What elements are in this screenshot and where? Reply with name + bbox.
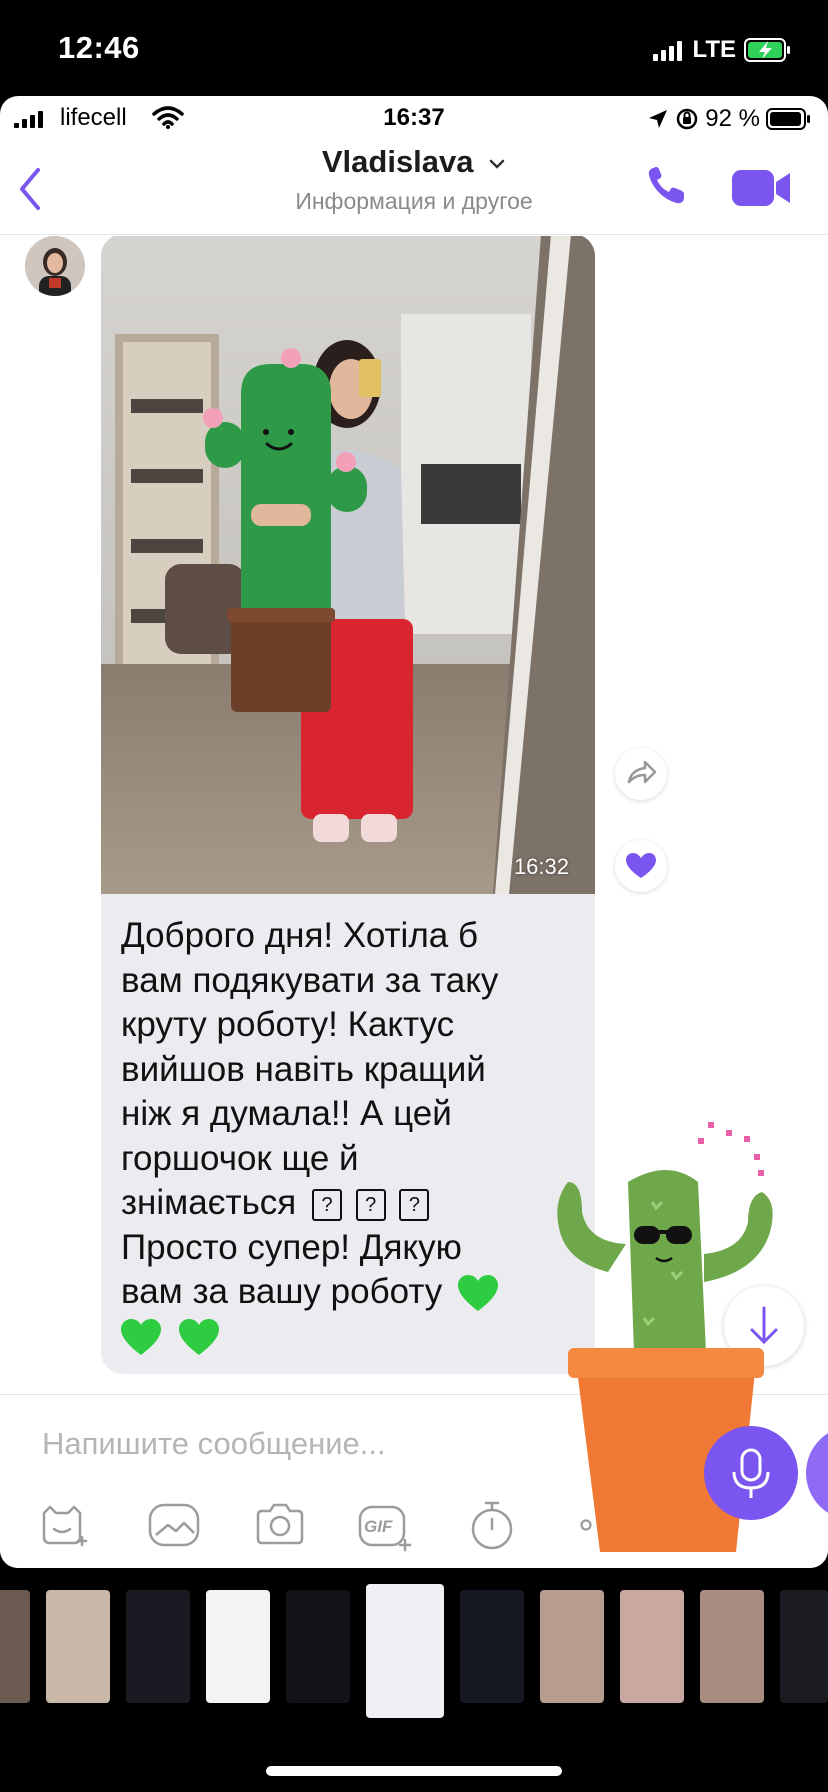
message-text: Доброго дня! Хотіла б вам подякувати за … — [121, 914, 591, 1359]
gif-button[interactable]: GIF — [356, 1497, 412, 1553]
message-line: вийшов навіть кращий — [121, 1049, 486, 1089]
share-button[interactable] — [615, 748, 667, 800]
camera-icon[interactable] — [252, 1497, 308, 1553]
contact-name: Vladislava — [321, 144, 474, 179]
share-arrow-icon — [627, 760, 657, 784]
photo-timestamp: 16:32 — [513, 854, 569, 879]
filmstrip-thumb[interactable] — [780, 1590, 828, 1703]
battery-icon — [766, 108, 810, 130]
sticker-icon[interactable] — [34, 1497, 90, 1553]
message-line: Просто супер! Дякую — [121, 1227, 462, 1267]
message-photo[interactable]: 16:32 — [101, 236, 595, 894]
screenshot-card: lifecell 16:37 92 % Vladislava Информаци… — [0, 96, 828, 1568]
gif-label: GIF — [364, 1517, 393, 1536]
message-line-text: вам за вашу роботу — [121, 1272, 443, 1311]
filmstrip-thumb[interactable] — [286, 1590, 350, 1703]
filmstrip-thumb[interactable] — [540, 1590, 604, 1703]
home-indicator[interactable] — [266, 1766, 562, 1776]
battery-charging-icon — [744, 38, 790, 62]
inner-status-icons: 92 % — [647, 105, 812, 133]
microphone-button[interactable] — [704, 1426, 798, 1520]
missing-glyph-icon: ? — [312, 1188, 342, 1221]
outer-time: 12:46 — [58, 30, 140, 65]
heart-icon — [626, 853, 656, 878]
phone-icon[interactable] — [642, 162, 690, 210]
signal-icon — [653, 39, 683, 61]
avatar[interactable] — [25, 236, 85, 296]
filmstrip-thumb[interactable] — [0, 1590, 30, 1703]
message-line: вам за вашу роботу — [121, 1270, 591, 1315]
filmstrip-thumb[interactable] — [620, 1590, 684, 1703]
location-arrow-icon — [649, 110, 668, 128]
contact-subtitle[interactable]: Информация и другое — [0, 188, 828, 215]
filmstrip-thumb[interactable] — [46, 1590, 110, 1703]
message-line: вам подякувати за таку — [121, 960, 499, 1000]
filmstrip-thumb[interactable] — [206, 1590, 270, 1703]
message-input[interactable] — [40, 1413, 604, 1475]
battery-percent: 92 % — [705, 105, 760, 132]
timer-icon[interactable] — [464, 1497, 520, 1553]
filmstrip-thumb-selected[interactable] — [366, 1584, 444, 1718]
missing-glyph-icon: ? — [399, 1188, 430, 1221]
filmstrip-thumb[interactable] — [126, 1590, 190, 1703]
green-heart-icon — [458, 1274, 498, 1311]
chat-header: Vladislava Информация и другое — [0, 144, 828, 235]
message-line-text: знімається — [121, 1183, 297, 1222]
message-line — [121, 1315, 591, 1360]
contact-title[interactable]: Vladislava — [0, 144, 828, 180]
like-button[interactable] — [615, 840, 667, 892]
outer-status-icons: LTE — [653, 36, 792, 64]
message-line: знімається ? ? ? — [121, 1181, 591, 1226]
screenshot-filmstrip — [0, 1580, 828, 1720]
outer-status-bar: 12:46 LTE — [0, 0, 828, 96]
filmstrip-thumb[interactable] — [460, 1590, 524, 1703]
message-line: ніж я думала!! А цей — [121, 1094, 452, 1133]
message-line: круту роботу! Кактус — [121, 1005, 455, 1044]
gallery-icon[interactable] — [146, 1497, 202, 1553]
microphone-icon — [732, 1448, 770, 1498]
missing-glyph-icon: ? — [355, 1188, 386, 1221]
green-heart-icon — [178, 1319, 219, 1356]
chevron-down-icon — [489, 159, 505, 169]
inner-status-bar: lifecell 16:37 92 % — [0, 96, 828, 144]
green-heart-icon — [121, 1319, 161, 1356]
message-bubble[interactable]: 16:32 Доброго дня! Хотіла б вам подякува… — [101, 236, 595, 1374]
message-line: горшочок ще й — [121, 1138, 359, 1178]
filmstrip-thumb[interactable] — [700, 1590, 764, 1703]
video-camera-icon[interactable] — [730, 166, 794, 210]
message-line: Доброго дня! Хотіла б — [121, 916, 478, 955]
orientation-lock-icon — [677, 108, 698, 130]
network-label: LTE — [692, 36, 736, 63]
